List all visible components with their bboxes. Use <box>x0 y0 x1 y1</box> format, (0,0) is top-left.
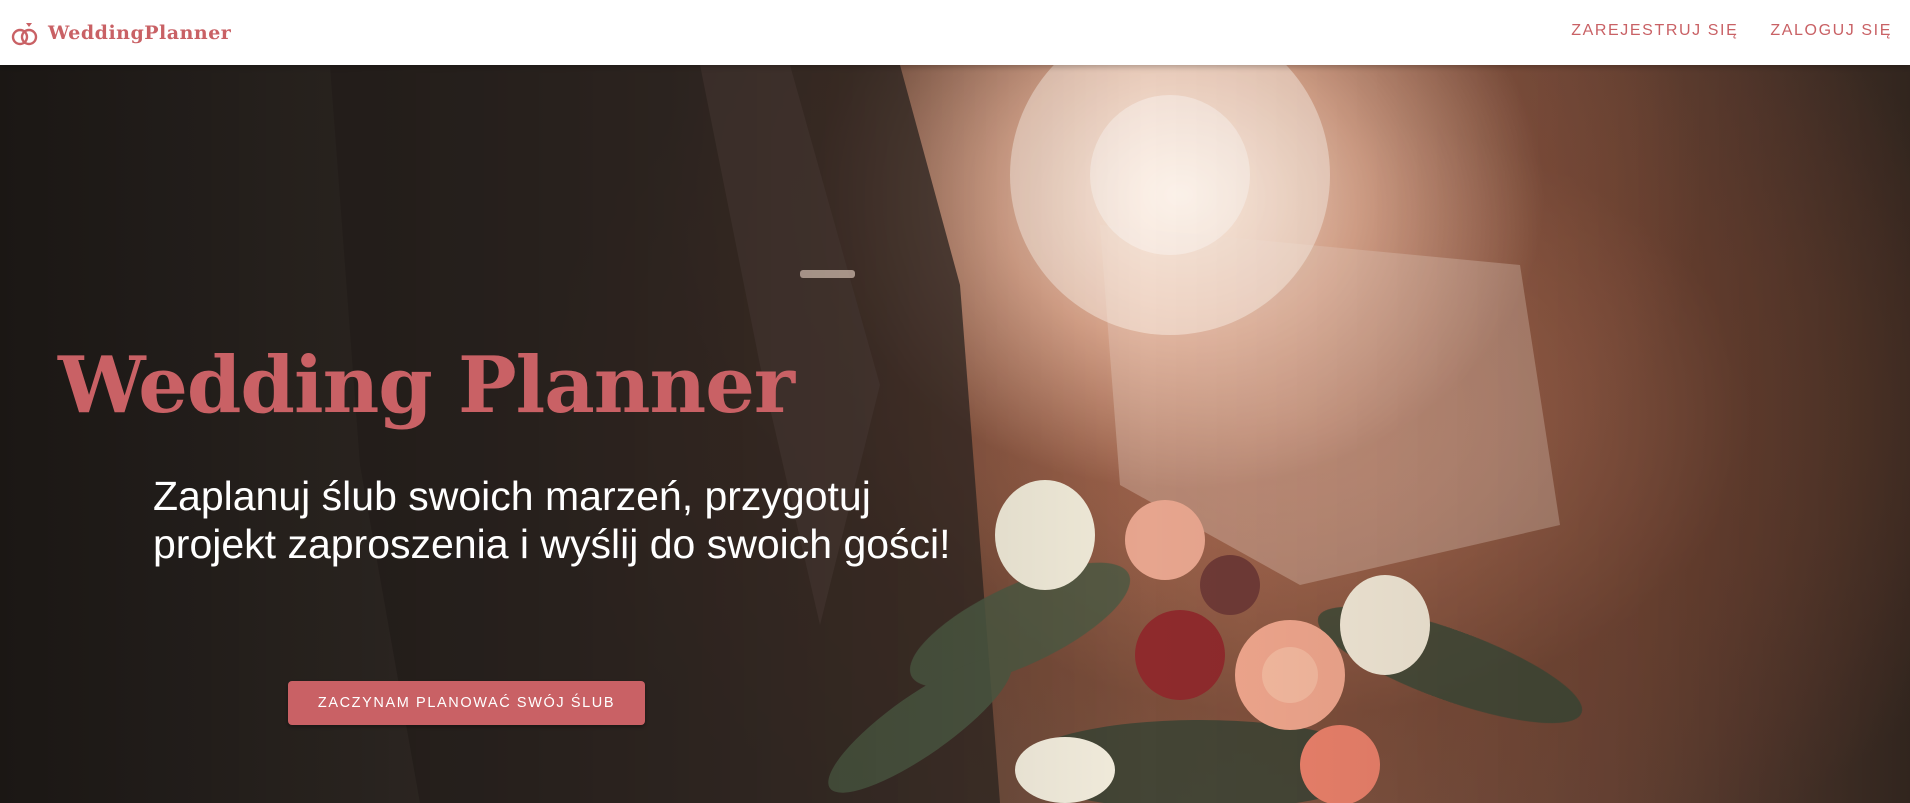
hero-overlay <box>0 65 1910 803</box>
hero-subtitle-line-2: projekt zaproszenia i wyślij do swoich g… <box>153 521 951 567</box>
hero-subtitle: Zaplanuj ślub swoich marzeń, przygotuj p… <box>153 472 983 568</box>
brand-name: WeddingPlanner <box>48 22 232 44</box>
nav-links: ZAREJESTRUJ SIĘ ZALOGUJ SIĘ <box>1571 22 1892 40</box>
brand-logo-link[interactable]: WeddingPlanner <box>10 18 231 48</box>
hero-subtitle-line-1: Zaplanuj ślub swoich marzeń, przygotuj <box>153 473 871 519</box>
register-link[interactable]: ZAREJESTRUJ SIĘ <box>1571 22 1738 40</box>
start-planning-button[interactable]: ZACZYNAM PLANOWAĆ SWÓJ ŚLUB <box>288 681 645 725</box>
login-link[interactable]: ZALOGUJ SIĘ <box>1770 22 1892 40</box>
hero-title: Wedding Planner <box>58 340 795 431</box>
top-navbar: WeddingPlanner ZAREJESTRUJ SIĘ ZALOGUJ S… <box>0 0 1910 65</box>
hero-section <box>0 65 1910 803</box>
wedding-rings-icon <box>11 23 38 46</box>
